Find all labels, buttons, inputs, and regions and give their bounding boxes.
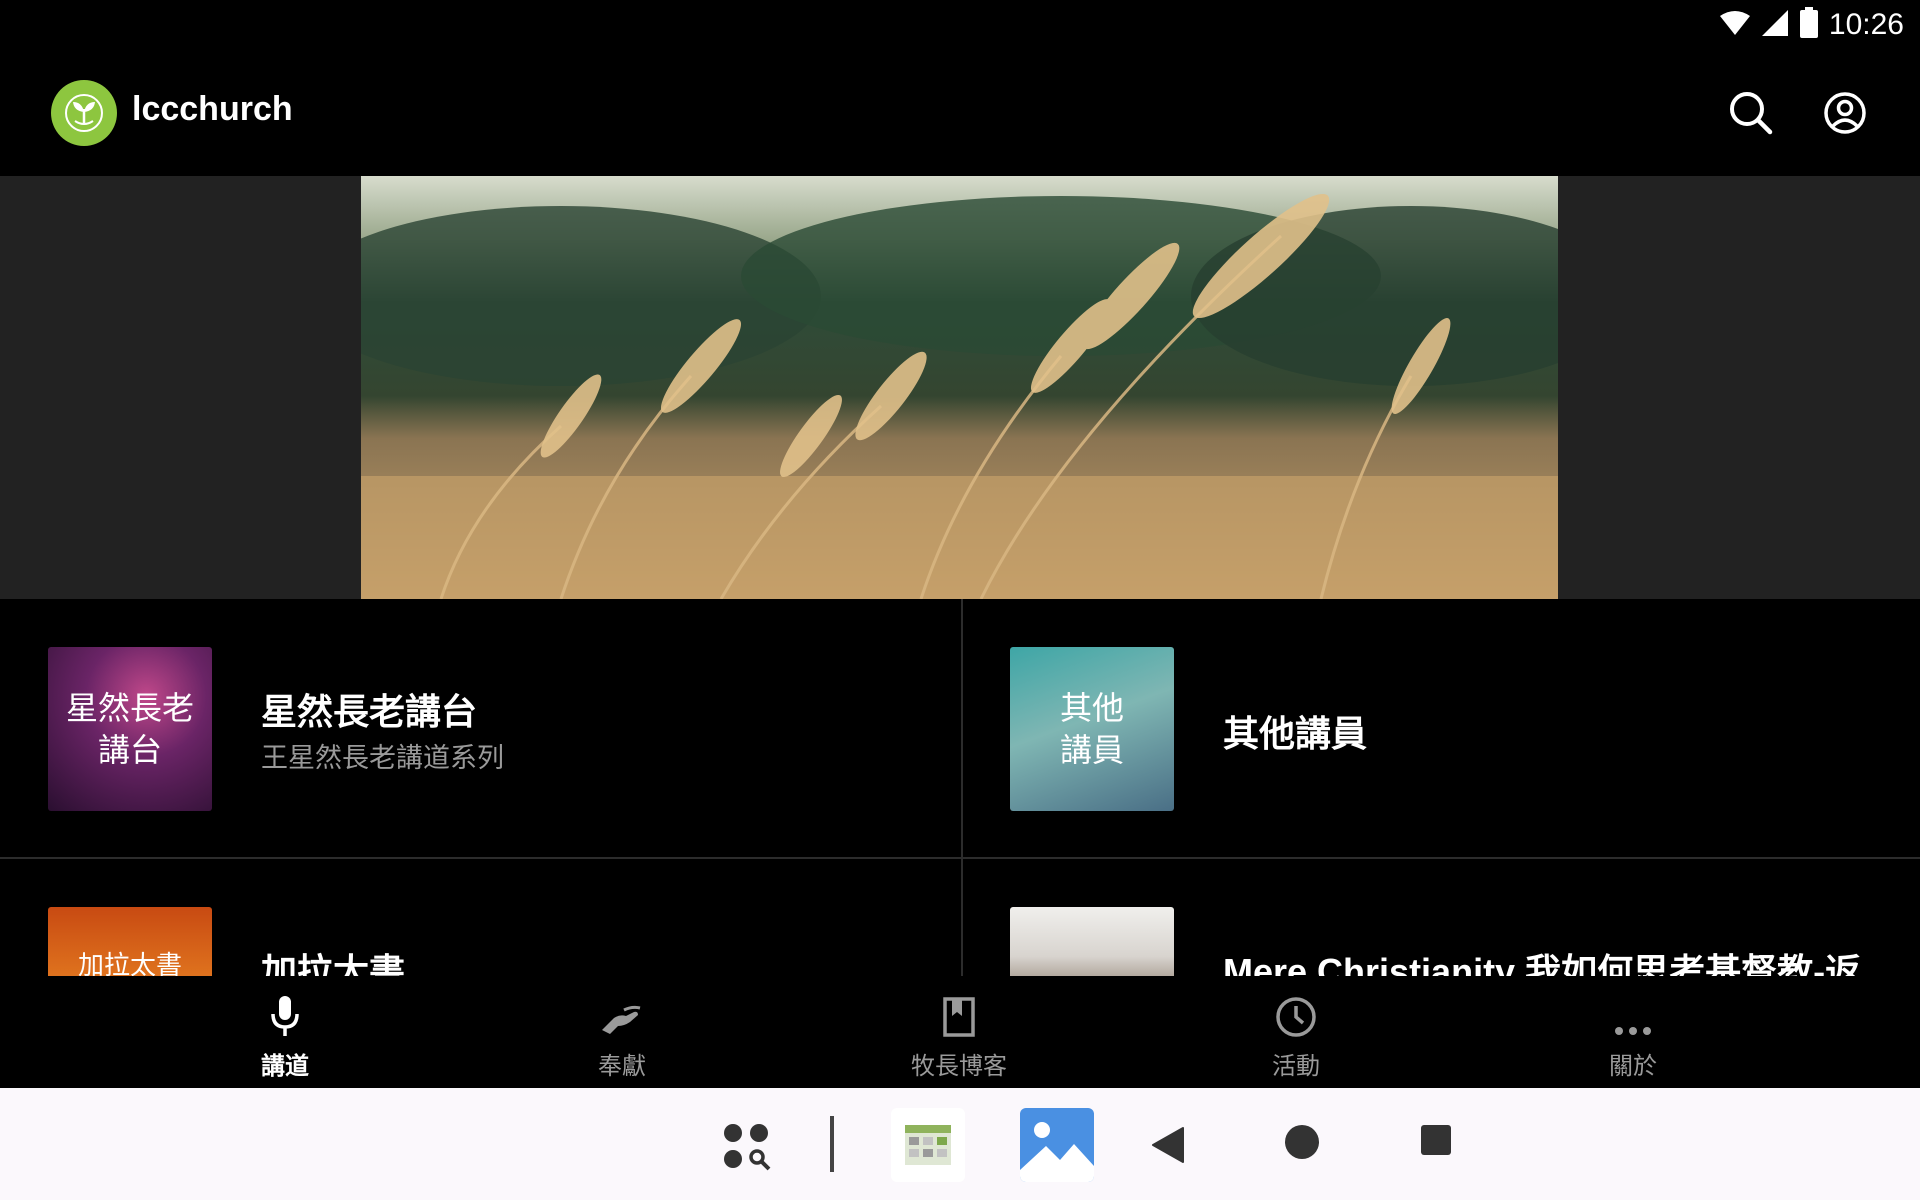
series-thumbnail: 加拉太書 [48, 907, 212, 976]
app-title: lccchurch [132, 90, 293, 128]
nav-item-pastor-blog[interactable]: 牧長博客 [859, 992, 1059, 1082]
series-subtitle: 王星然長老講道系列 [261, 743, 504, 774]
leaf-logo-icon [60, 89, 108, 137]
calendar-app-button[interactable] [891, 1108, 965, 1182]
back-icon [1152, 1127, 1184, 1163]
app-bar: lccchurch [0, 50, 1920, 176]
hero-banner [0, 176, 1920, 599]
gallery-app-button[interactable] [1020, 1108, 1094, 1182]
home-icon [1285, 1125, 1319, 1159]
home-button[interactable] [1282, 1122, 1322, 1162]
series-title: Mere Christianity 我如何思考基督教-返 [1223, 951, 1862, 976]
back-button[interactable] [1146, 1120, 1190, 1170]
gallery-app-icon [1020, 1108, 1094, 1182]
thumbnail-text: 其他 講員 [1059, 689, 1124, 769]
microphone-icon [185, 992, 385, 1038]
more-dots-icon [1533, 992, 1733, 1038]
wheat-field-banner-image [361, 176, 1558, 599]
series-thumbnail: 其他 講員 [1010, 647, 1174, 811]
nav-label: 牧長博客 [911, 1052, 1007, 1080]
series-thumbnail [1010, 907, 1174, 976]
calendar-app-icon [905, 1125, 951, 1165]
nav-label: 講道 [261, 1052, 309, 1080]
church-logo[interactable] [51, 80, 117, 146]
bottom-navigation: 講道 奉獻 牧長博客 活動 關於 [0, 976, 1920, 1088]
nav-label: 活動 [1272, 1052, 1320, 1080]
nav-item-offering[interactable]: 奉獻 [522, 992, 722, 1082]
search-icon [1730, 92, 1773, 135]
wifi-icon [1719, 10, 1751, 40]
app-search-button[interactable] [718, 1118, 780, 1180]
app-search-icon [724, 1124, 771, 1171]
nav-item-sermons[interactable]: 講道 [185, 992, 385, 1082]
series-card-0[interactable]: 星然長老 講台 星然長老講台 王星然長老講道系列 [0, 599, 958, 857]
search-button[interactable] [1726, 88, 1776, 138]
account-icon [1824, 92, 1866, 134]
series-card-2[interactable]: 加拉太書 加拉太書 [0, 859, 958, 976]
account-button[interactable] [1820, 88, 1870, 138]
app-actions [1726, 88, 1870, 138]
series-title: 加拉太書 [261, 952, 406, 976]
series-thumbnail: 星然長老 講台 [48, 647, 212, 811]
battery-icon [1799, 7, 1819, 43]
system-navigation-bar [0, 1088, 1920, 1200]
thumbnail-text: 加拉太書 [77, 951, 182, 976]
status-bar: 10:26 [0, 0, 1920, 50]
bookmark-icon [859, 992, 1059, 1038]
thumbnail-text: 星然長老 講台 [65, 689, 194, 769]
cell-signal-icon [1761, 9, 1789, 41]
clock-icon [1196, 992, 1396, 1038]
series-title: 星然長老講台 [261, 692, 478, 733]
series-grid: 星然長老 講台 星然長老講台 王星然長老講道系列 其他 講員 其他講員 加拉太書… [0, 599, 1920, 976]
taskbar-divider [830, 1116, 834, 1172]
status-icons: 10:26 [1719, 6, 1904, 44]
nav-label: 關於 [1609, 1052, 1657, 1080]
offering-hand-icon [522, 992, 722, 1038]
nav-label: 奉獻 [598, 1052, 646, 1080]
series-title: 其他講員 [1223, 714, 1368, 755]
recents-icon [1421, 1125, 1451, 1155]
recents-button[interactable] [1418, 1122, 1454, 1158]
series-card-1[interactable]: 其他 講員 其他講員 [962, 599, 1920, 857]
nav-item-events[interactable]: 活動 [1196, 992, 1396, 1082]
series-card-3[interactable]: Mere Christianity 我如何思考基督教-返 [962, 859, 1920, 976]
status-time: 10:26 [1828, 8, 1904, 41]
nav-item-about[interactable]: 關於 [1533, 992, 1733, 1082]
